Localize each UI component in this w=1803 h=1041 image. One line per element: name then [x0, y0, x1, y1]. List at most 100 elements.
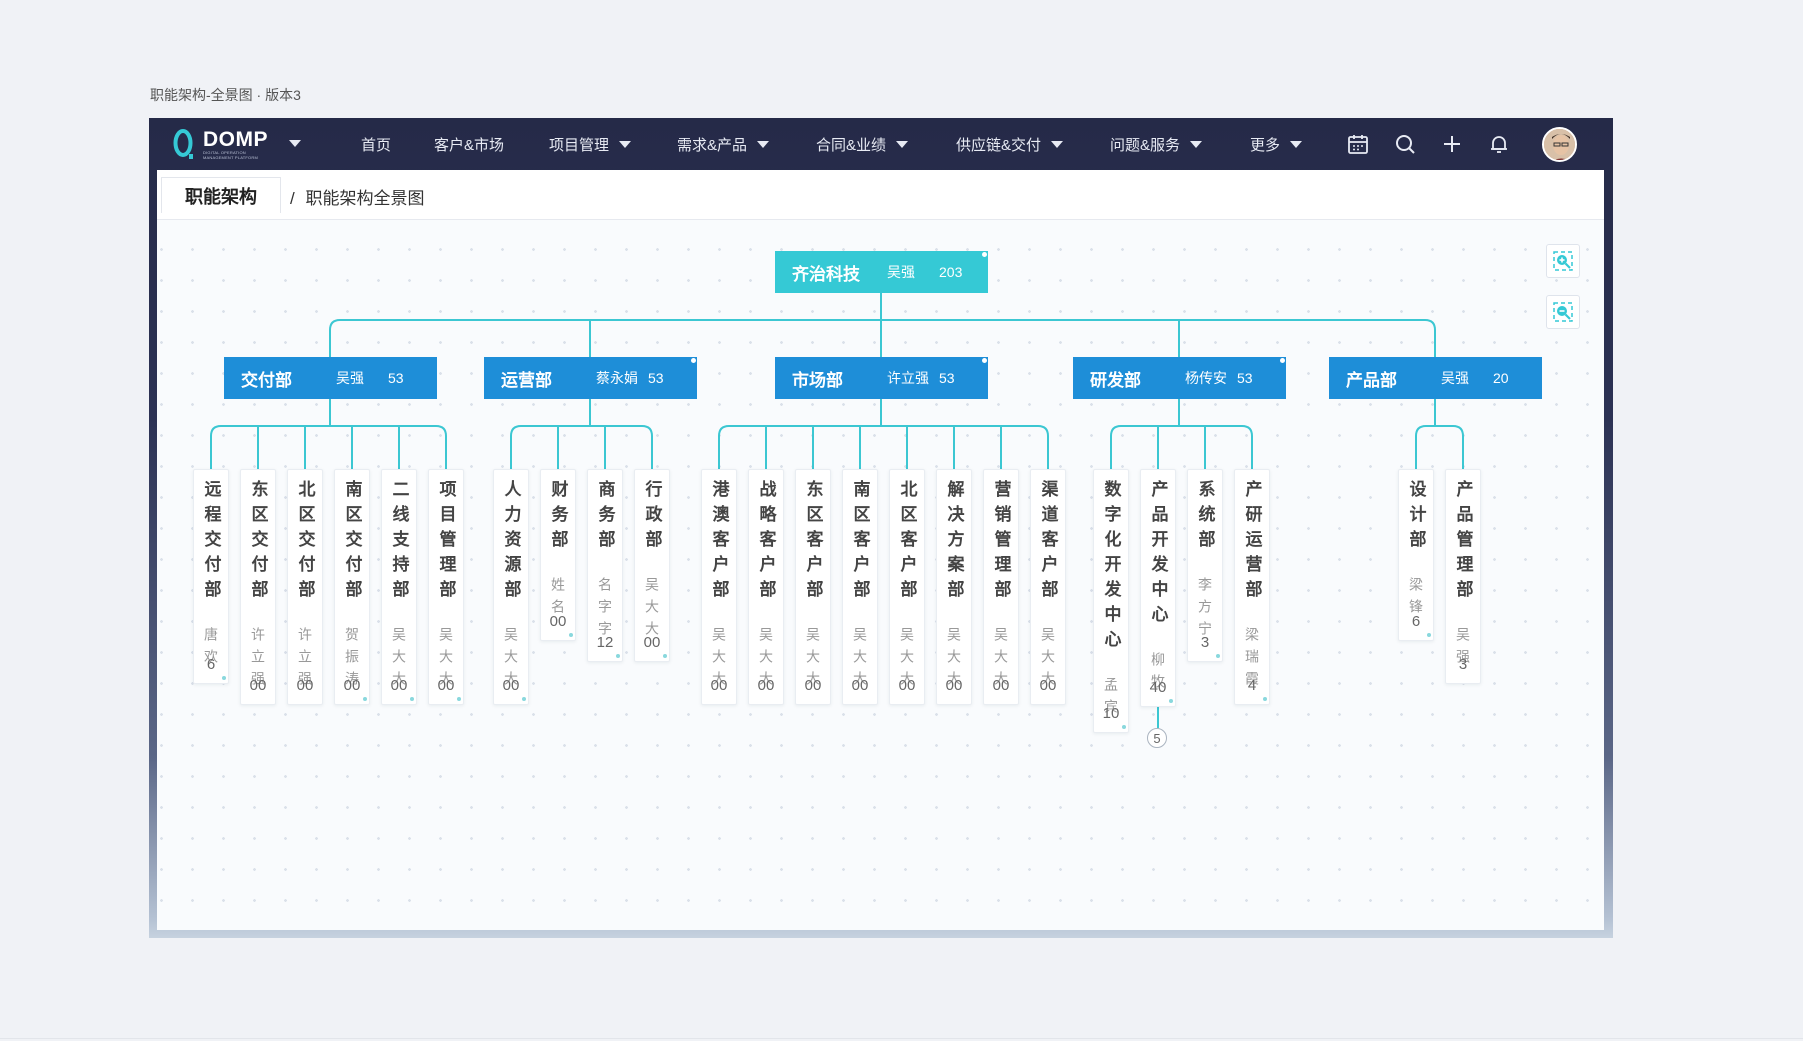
leaf-menu-dot[interactable] [410, 697, 414, 701]
search-icon[interactable] [1394, 133, 1416, 155]
org-leaf-marketing-mgmt[interactable]: 营销管理部 吴大大 00 [983, 469, 1019, 705]
org-leaf-digital-dev-center[interactable]: 数字化开发中心 孟宾 10 [1093, 469, 1129, 733]
org-leaf-north-customers[interactable]: 北区客户部 吴大大 00 [889, 469, 925, 705]
leaf-name: 产品管理部 [1453, 480, 1473, 605]
org-leaf-hr[interactable]: 人力资源部 吴大大 00 [493, 469, 529, 705]
leaf-name: 港澳客户部 [709, 480, 729, 605]
leaf-count: 40 [1149, 679, 1167, 696]
org-node-dept-delivery[interactable]: 交付部 吴强 53 [224, 357, 437, 399]
nav-item-label: 更多 [1250, 136, 1281, 154]
logo-mark-icon [173, 129, 193, 159]
nav-item-issues-service[interactable]: 问题&服务 [1110, 118, 1203, 170]
calendar-icon[interactable] [1347, 133, 1369, 155]
node-count: 203 [939, 264, 963, 280]
node-count: 53 [648, 370, 664, 386]
main-content: 职能架构 / 职能架构全景图 齐治科技 吴强 203 交付部 吴强 53 运营部… [157, 170, 1604, 930]
org-chart-connectors [210, 293, 1464, 728]
org-node-root[interactable]: 齐治科技 吴强 203 [775, 251, 988, 293]
leaf-name: 数字化开发中心 [1101, 480, 1121, 655]
org-leaf-south-customers[interactable]: 南区客户部 吴大大 00 [842, 469, 878, 705]
org-leaf-second-line-support[interactable]: 二线支持部 吴大大 00 [381, 469, 417, 705]
org-leaf-east-delivery[interactable]: 东区交付部 许立强 00 [240, 469, 276, 705]
org-leaf-south-delivery[interactable]: 南区交付部 贺振涛 00 [334, 469, 370, 705]
org-leaf-rnd-operations[interactable]: 产研运营部 梁瑞霞 4 [1234, 469, 1270, 705]
node-lead: 吴强 [1441, 370, 1469, 386]
leaf-name: 东区客户部 [803, 480, 823, 605]
org-node-dept-operations[interactable]: 运营部 蔡永娟 53 [484, 357, 697, 399]
org-leaf-design[interactable]: 设计部 梁锋 6 [1398, 469, 1434, 641]
plus-icon[interactable] [1441, 133, 1463, 155]
org-leaf-strategic-customers[interactable]: 战略客户部 吴大大 00 [748, 469, 784, 705]
org-leaf-hk-macau-customers[interactable]: 港澳客户部 吴大大 00 [701, 469, 737, 705]
nav-item-more[interactable]: 更多 [1250, 118, 1303, 170]
org-chart-canvas[interactable]: 齐治科技 吴强 203 交付部 吴强 53 运营部 蔡永娟 53 市场部 许立强… [157, 220, 1604, 930]
leaf-menu-dot[interactable] [222, 676, 226, 680]
leaf-name: 战略客户部 [756, 480, 776, 605]
leaf-menu-dot[interactable] [1216, 654, 1220, 658]
connector-line [329, 319, 341, 357]
org-node-dept-product[interactable]: 产品部 吴强 20 [1329, 357, 1542, 399]
org-leaf-finance[interactable]: 财务部 姓名 00 [540, 469, 576, 641]
org-node-dept-market[interactable]: 市场部 许立强 53 [775, 357, 988, 399]
leaf-name: 渠道客户部 [1038, 480, 1058, 605]
leaf-menu-dot[interactable] [522, 697, 526, 701]
org-leaf-solutions[interactable]: 解决方案部 吴大大 00 [936, 469, 972, 705]
connector-line [1110, 425, 1122, 469]
leaf-menu-dot[interactable] [663, 654, 667, 658]
bell-icon[interactable] [1488, 133, 1510, 155]
leaf-menu-dot[interactable] [1169, 699, 1173, 703]
leaf-count: 00 [1039, 677, 1057, 694]
nav-item-customer-market[interactable]: 客户&市场 [434, 118, 504, 170]
nav-item-project-mgmt[interactable]: 项目管理 [549, 118, 632, 170]
leaf-name: 产品开发中心 [1148, 480, 1168, 630]
leaf-menu-dot[interactable] [363, 697, 367, 701]
leaf-name: 系统部 [1195, 480, 1215, 555]
node-menu-dot[interactable] [982, 252, 987, 257]
zoom-in-button[interactable] [1546, 244, 1580, 278]
node-menu-dot[interactable] [691, 358, 696, 363]
leaf-count: 00 [296, 677, 314, 694]
org-leaf-channel-customers[interactable]: 渠道客户部 吴大大 00 [1030, 469, 1066, 705]
nav-item-supply-delivery[interactable]: 供应链&交付 [956, 118, 1064, 170]
org-leaf-product-mgmt[interactable]: 产品管理部 吴强 3 [1445, 469, 1481, 684]
connector-line [510, 425, 522, 469]
node-lead: 吴强 [336, 370, 364, 386]
app-logo[interactable]: DOMP DIGITAL OPERATION MANAGEMENT PLATFO… [173, 126, 273, 164]
org-leaf-north-delivery[interactable]: 北区交付部 许立强 00 [287, 469, 323, 705]
org-leaf-admin[interactable]: 行政部 吴大大 00 [634, 469, 670, 662]
org-leaf-project-mgmt[interactable]: 项目管理部 吴大大 00 [428, 469, 464, 705]
nav-item-contracts-performance[interactable]: 合同&业绩 [816, 118, 909, 170]
leaf-count: 00 [851, 677, 869, 694]
node-name: 交付部 [241, 370, 292, 390]
org-leaf-product-dev-center[interactable]: 产品开发中心 柳牧 40 [1140, 469, 1176, 707]
node-menu-dot[interactable] [982, 358, 987, 363]
org-leaf-remote-delivery[interactable]: 远程交付部 唐欢 6 [193, 469, 229, 684]
org-leaf-business[interactable]: 商务部 名字字 12 [587, 469, 623, 662]
expand-children-badge[interactable]: 5 [1147, 728, 1167, 748]
nav-item-label: 客户&市场 [434, 136, 505, 154]
leaf-count: 00 [643, 634, 661, 651]
org-leaf-systems[interactable]: 系统部 李方宁 3 [1187, 469, 1223, 662]
nav-item-label: 供应链&交付 [956, 136, 1042, 154]
org-node-dept-rnd[interactable]: 研发部 杨传安 53 [1073, 357, 1286, 399]
app-switcher-chevron-down-icon[interactable] [289, 140, 301, 147]
nav-item-home[interactable]: 首页 [361, 118, 391, 170]
node-menu-dot[interactable] [1280, 358, 1285, 363]
leaf-menu-dot[interactable] [457, 697, 461, 701]
leaf-menu-dot[interactable] [1427, 633, 1431, 637]
node-name: 研发部 [1090, 370, 1141, 390]
leaf-menu-dot[interactable] [616, 654, 620, 658]
node-name: 产品部 [1346, 370, 1397, 390]
leaf-count: 3 [1200, 634, 1210, 651]
nav-item-requirements-product[interactable]: 需求&产品 [677, 118, 770, 170]
zoom-out-button[interactable] [1546, 295, 1580, 329]
node-count: 20 [1493, 370, 1509, 386]
org-leaf-east-customers[interactable]: 东区客户部 吴大大 00 [795, 469, 831, 705]
leaf-menu-dot[interactable] [1122, 725, 1126, 729]
leaf-count: 00 [549, 613, 567, 630]
leaf-menu-dot[interactable] [1263, 697, 1267, 701]
breadcrumb-parent[interactable]: 职能架构 [161, 177, 281, 213]
connector-line [210, 425, 222, 469]
leaf-menu-dot[interactable] [569, 633, 573, 637]
user-avatar[interactable] [1542, 127, 1577, 162]
